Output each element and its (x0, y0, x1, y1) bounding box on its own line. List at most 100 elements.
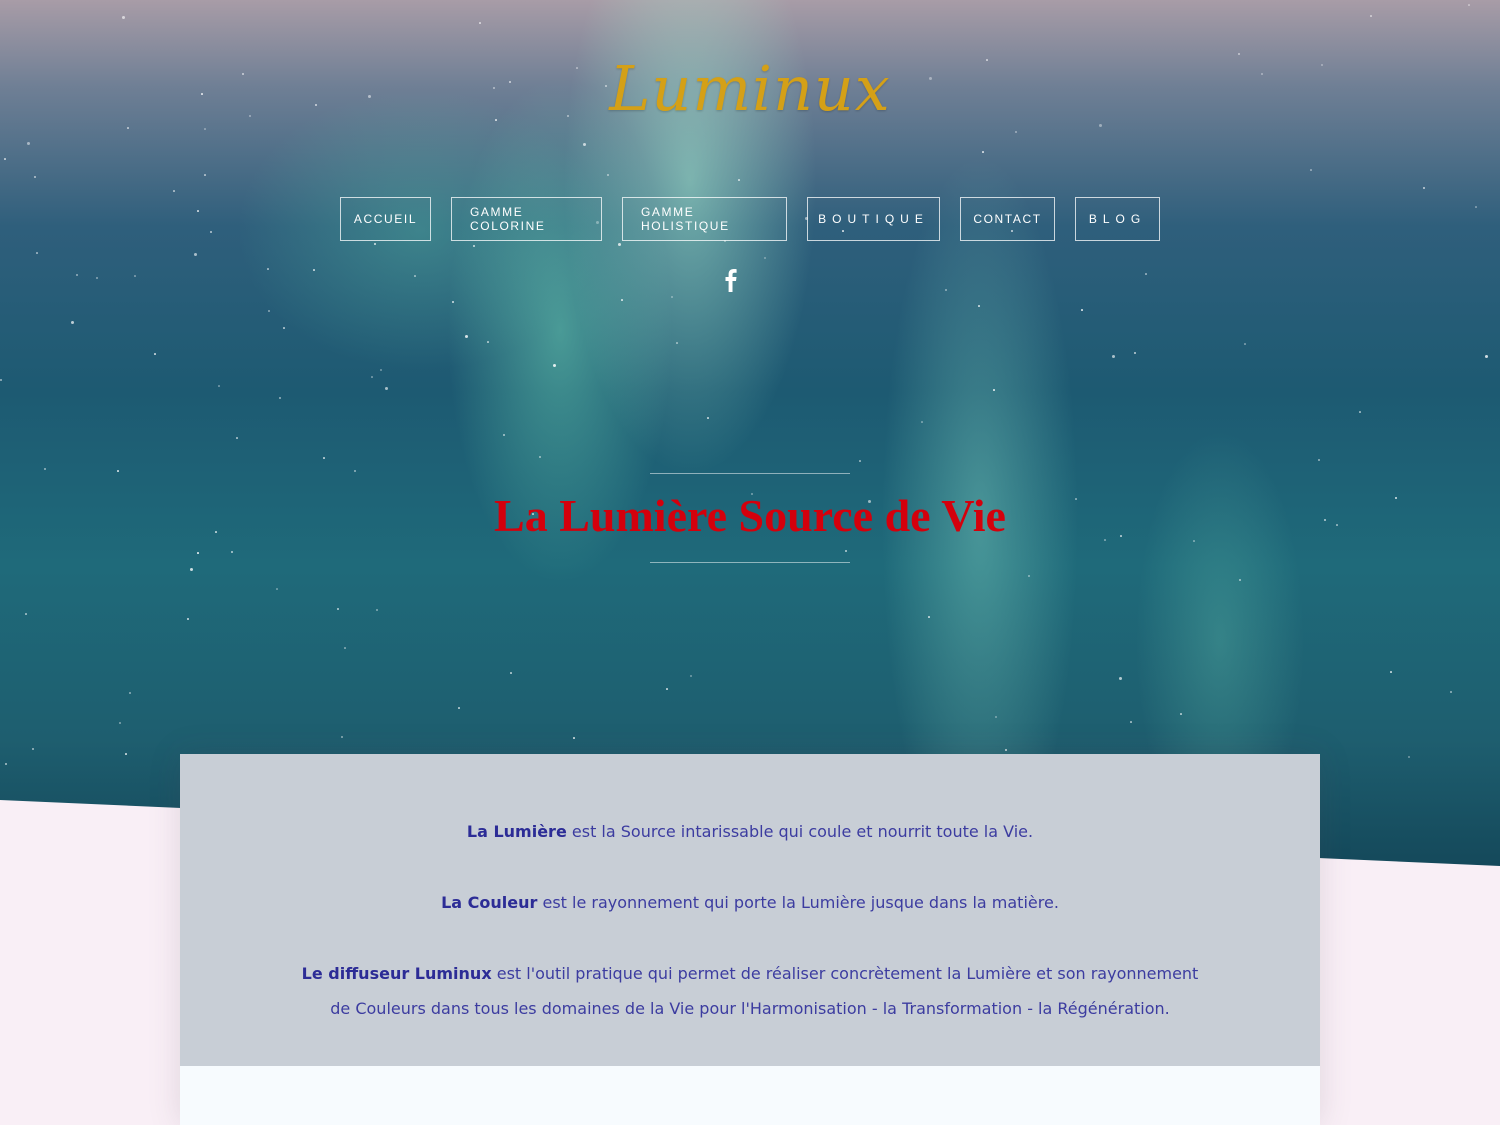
nav-item-gamme-holistique[interactable]: GAMME HOLISTIQUE (622, 197, 787, 241)
star (1485, 355, 1488, 358)
star (268, 310, 270, 312)
facebook-icon[interactable] (721, 268, 741, 292)
star (1318, 459, 1320, 461)
star (707, 417, 709, 419)
star (337, 608, 339, 610)
intro-p3-text-line1: est l'outil pratique qui permet de réali… (491, 964, 1199, 983)
intro-p2-text: est le rayonnement qui porte la Lumière … (537, 893, 1059, 912)
star (1359, 411, 1361, 413)
star (197, 210, 199, 212)
title-rule-top (650, 473, 850, 474)
star (32, 748, 34, 750)
nav-item-accueil[interactable]: ACCUEIL (340, 197, 431, 241)
logo-text[interactable]: Luminux (609, 52, 891, 125)
intro-p3-text-line2: de Couleurs dans tous les domaines de la… (330, 999, 1170, 1018)
star (44, 468, 46, 470)
star (993, 389, 995, 391)
star (764, 257, 766, 259)
intro-paragraph-2: La Couleur est le rayonnement qui porte … (180, 885, 1320, 920)
nav-item-gamme-colorine[interactable]: GAMME COLORINE (451, 197, 602, 241)
star (210, 231, 212, 233)
star (76, 274, 78, 276)
stars-layer (0, 0, 1500, 866)
star (1244, 343, 1246, 345)
star (194, 253, 197, 256)
star (0, 379, 2, 381)
star (96, 277, 98, 279)
star (129, 692, 131, 694)
star (982, 151, 984, 153)
main-nav: ACCUEIL GAMME COLORINE GAMME HOLISTIQUE … (340, 197, 1160, 241)
star (236, 437, 238, 439)
star (122, 16, 125, 19)
intro-p1-bold: La Lumière (466, 822, 567, 841)
star (978, 305, 980, 307)
star (621, 299, 623, 301)
star (487, 341, 489, 343)
intro-p3-bold: Le diffuseur Luminux (301, 964, 492, 983)
star (1028, 575, 1030, 577)
star (1239, 579, 1241, 581)
star (921, 421, 923, 423)
star (618, 243, 621, 246)
star (1450, 691, 1452, 693)
nav-item-boutique[interactable]: BOUTIQUE (807, 197, 940, 241)
star (204, 128, 206, 130)
star (313, 269, 315, 271)
intro-text-panel: La Lumière est la Source intarissable qu… (180, 754, 1320, 1066)
star (1112, 355, 1115, 358)
star (553, 364, 556, 367)
star (1423, 187, 1425, 189)
star (5, 763, 7, 765)
nav-item-blog[interactable]: BLOG (1075, 197, 1160, 241)
star (127, 127, 129, 129)
intro-p1-text: est la Source intarissable qui coule et … (566, 822, 1034, 841)
star (690, 675, 692, 677)
star (995, 716, 997, 718)
star (1015, 131, 1017, 133)
intro-card: La Lumière est la Source intarissable qu… (180, 754, 1320, 1125)
intro-paragraph-1: La Lumière est la Source intarissable qu… (180, 814, 1320, 849)
star (267, 268, 269, 270)
star (27, 142, 30, 145)
star (1408, 756, 1410, 758)
star (1081, 309, 1083, 311)
star (1005, 749, 1007, 751)
star (583, 143, 586, 146)
star (344, 647, 346, 649)
star (4, 158, 6, 160)
title-rule-bottom (650, 562, 850, 563)
star (452, 301, 454, 303)
hero-title-block: La Lumière Source de Vie (0, 473, 1500, 563)
star (503, 434, 505, 436)
star (1310, 169, 1312, 171)
star (1130, 721, 1132, 723)
star (134, 275, 136, 277)
star (414, 275, 416, 277)
star (473, 245, 475, 247)
intro-paragraph-3: Le diffuseur Luminux est l'outil pratiqu… (180, 956, 1320, 1026)
star (117, 470, 119, 472)
star (1370, 15, 1372, 17)
star (376, 609, 378, 611)
star (204, 174, 206, 176)
site-logo[interactable]: Luminux (0, 52, 1500, 125)
nav-item-contact[interactable]: CONTACT (960, 197, 1055, 241)
star (385, 387, 388, 390)
star (573, 737, 575, 739)
star (374, 243, 376, 245)
star (190, 568, 193, 571)
star (1134, 352, 1136, 354)
star (1180, 713, 1182, 715)
star (1468, 4, 1470, 6)
star (380, 369, 382, 371)
star (276, 588, 278, 590)
star (539, 456, 541, 458)
star (341, 736, 343, 738)
star (323, 457, 325, 459)
star (36, 252, 38, 254)
star (1390, 671, 1392, 673)
hero-background (0, 0, 1500, 866)
star (945, 289, 947, 291)
hero-title: La Lumière Source de Vie (494, 490, 1006, 541)
